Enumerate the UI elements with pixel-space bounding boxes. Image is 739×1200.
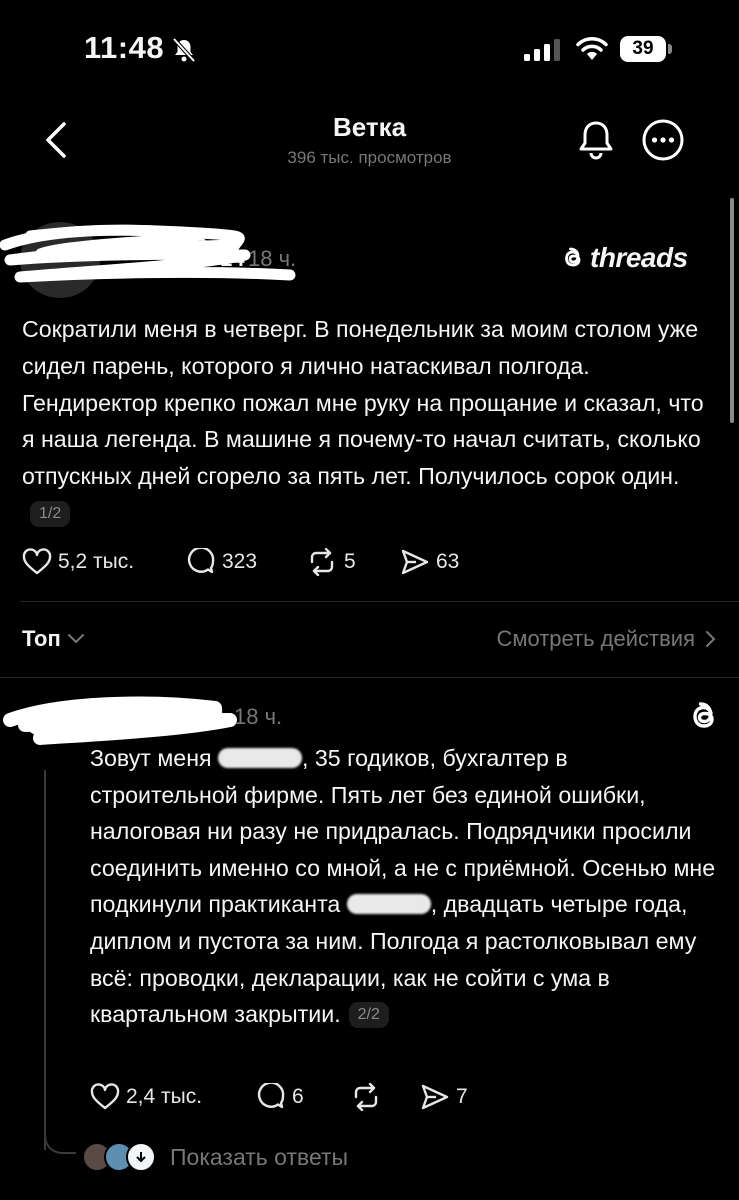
views-count: 396 тыс. просмотров bbox=[287, 148, 452, 167]
threads-wordmark: threads bbox=[590, 242, 688, 273]
comment-icon bbox=[187, 548, 215, 574]
post-body: Сократили меня в четверг. В понедельник … bbox=[22, 311, 722, 532]
repost-button[interactable] bbox=[350, 1083, 388, 1111]
see-actions-link[interactable]: Смотреть действия bbox=[496, 626, 717, 652]
share-count: 63 bbox=[436, 550, 460, 573]
see-actions-label: Смотреть действия bbox=[496, 626, 695, 651]
sort-label: Топ bbox=[22, 626, 61, 651]
comment-button[interactable]: 323 bbox=[186, 548, 257, 576]
redacted-name bbox=[346, 894, 431, 915]
arrow-down-icon bbox=[136, 1152, 146, 1163]
bell-icon[interactable] bbox=[575, 118, 617, 162]
repost-count: 5 bbox=[344, 550, 356, 573]
battery-level: 39 bbox=[620, 36, 666, 62]
share-icon bbox=[421, 1084, 449, 1110]
comment-button[interactable]: 6 bbox=[256, 1083, 304, 1111]
show-replies-button[interactable]: Показать ответы bbox=[82, 1142, 348, 1172]
reply-pager: 2/2 bbox=[348, 1002, 389, 1029]
comment-count: 323 bbox=[222, 550, 258, 573]
chevron-right-icon bbox=[706, 631, 715, 647]
reply-body: Зовут меня , 35 годиков, бухгалтер в стр… bbox=[90, 740, 720, 1033]
share-icon bbox=[401, 549, 429, 575]
bell-off-icon bbox=[172, 37, 196, 63]
scroll-indicator[interactable] bbox=[730, 198, 734, 423]
heart-icon bbox=[22, 548, 52, 575]
reply-time: 18 ч. bbox=[234, 704, 283, 729]
chevron-down-icon bbox=[67, 634, 84, 643]
like-button[interactable]: 2,4 тыс. bbox=[90, 1083, 202, 1111]
threads-logo-icon bbox=[565, 247, 581, 267]
page-title: Ветка bbox=[332, 112, 407, 142]
repost-icon bbox=[310, 548, 334, 576]
like-button[interactable]: 5,2 тыс. bbox=[22, 548, 134, 576]
divider bbox=[0, 677, 739, 678]
comment-icon bbox=[257, 1083, 285, 1109]
threads-logo: threads bbox=[560, 242, 688, 274]
thread-line-curve bbox=[44, 1130, 76, 1154]
post-pager: 1/2 bbox=[30, 500, 71, 527]
repost-icon bbox=[354, 1083, 378, 1111]
share-count: 7 bbox=[456, 1085, 468, 1108]
heart-icon bbox=[90, 1083, 120, 1110]
threads-logo-icon[interactable] bbox=[686, 698, 722, 734]
comment-count: 6 bbox=[292, 1085, 304, 1108]
like-count: 5,2 тыс. bbox=[58, 550, 135, 573]
sort-dropdown[interactable]: Топ bbox=[22, 626, 85, 652]
redacted-name bbox=[218, 748, 303, 768]
status-time: 11:48 bbox=[84, 30, 165, 65]
more-replies-avatar bbox=[126, 1142, 156, 1172]
share-button[interactable]: 63 bbox=[400, 548, 459, 576]
post-time: 18 ч. bbox=[248, 246, 297, 271]
reply-text-1: Зовут меня bbox=[90, 745, 219, 771]
post-text: Сократили меня в четверг. В понедельник … bbox=[22, 316, 704, 490]
like-count: 2,4 тыс. bbox=[126, 1085, 203, 1108]
repost-button[interactable]: 5 bbox=[306, 548, 356, 576]
thread-line bbox=[44, 770, 46, 1150]
share-button[interactable]: 7 bbox=[420, 1083, 468, 1111]
more-icon[interactable] bbox=[641, 118, 685, 162]
battery-icon: 39 bbox=[620, 36, 674, 62]
signal-icon bbox=[524, 39, 560, 61]
divider bbox=[20, 601, 739, 602]
show-replies-label: Показать ответы bbox=[170, 1143, 349, 1170]
wifi-icon bbox=[576, 37, 608, 60]
